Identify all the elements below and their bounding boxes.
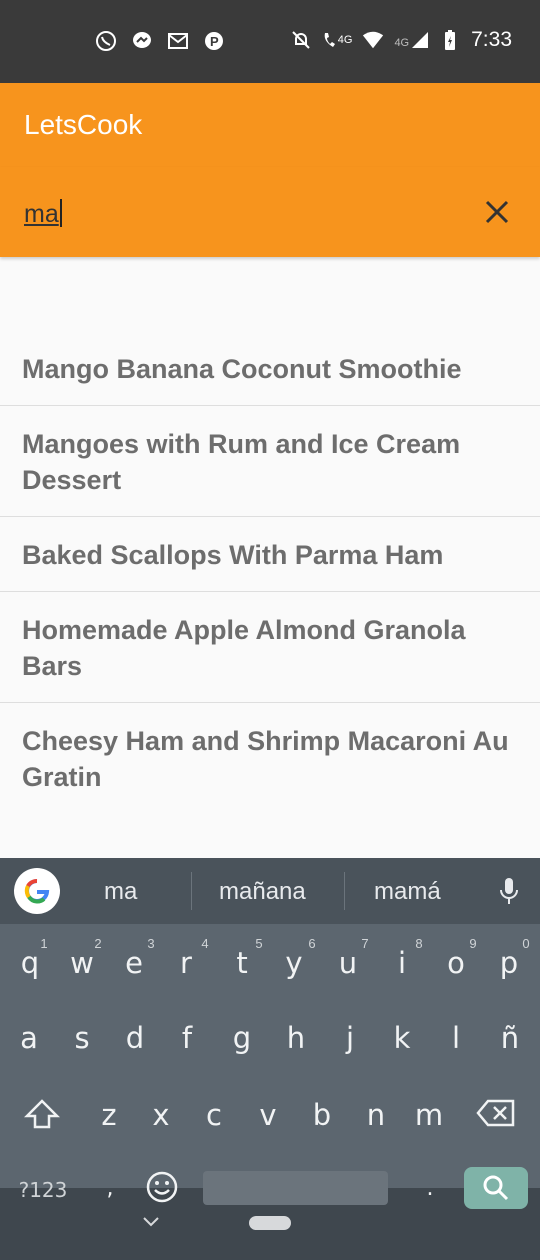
key-x[interactable]: x [141, 1098, 181, 1132]
key-hint-6: 6 [308, 936, 316, 951]
shift-icon [23, 1099, 61, 1129]
backspace-key[interactable] [474, 1098, 518, 1135]
key-f[interactable]: f [167, 1021, 207, 1055]
status-bar: P 4G 4G 7:33 [0, 0, 540, 83]
key-e[interactable]: e [114, 946, 154, 980]
wifi-icon [362, 29, 384, 51]
battery-icon [439, 29, 461, 51]
key-i[interactable]: i [382, 946, 422, 980]
gmail-icon [167, 30, 189, 52]
suggestion-bar: ma mañana mamá [0, 858, 540, 924]
list-item[interactable]: Mango Banana Coconut Smoothie [0, 333, 540, 406]
google-icon[interactable] [14, 868, 60, 914]
key-q[interactable]: q [10, 946, 50, 980]
notification-icons: P [95, 30, 225, 52]
key-w[interactable]: w [62, 946, 102, 980]
network-label: 4G [394, 37, 410, 49]
key-v[interactable]: v [248, 1098, 288, 1132]
emoji-icon [146, 1171, 178, 1203]
key-t[interactable]: t [222, 946, 262, 980]
symbols-key[interactable]: ?123 [18, 1178, 68, 1202]
list-item[interactable]: Cheesy Ham and Shrimp Macaroni Au Gratin [0, 703, 540, 813]
key-g[interactable]: g [222, 1021, 262, 1055]
key-c[interactable]: c [194, 1098, 234, 1132]
key-k[interactable]: k [382, 1021, 422, 1055]
key-hint-4: 4 [201, 936, 209, 951]
paytm-icon: P [203, 30, 225, 52]
key-n-tilde[interactable]: ñ [490, 1021, 530, 1055]
key-s[interactable]: s [62, 1021, 102, 1055]
key-r[interactable]: r [166, 946, 206, 980]
whatsapp-icon [95, 30, 117, 52]
suggestion-3[interactable]: mamá [374, 878, 441, 906]
search-icon [483, 1175, 509, 1201]
key-hint-0: 0 [522, 936, 530, 951]
key-j[interactable]: j [330, 1021, 370, 1055]
comma-key[interactable]: , [90, 1176, 130, 1201]
key-hint-5: 5 [255, 936, 263, 951]
mic-icon[interactable] [498, 876, 520, 906]
key-h[interactable]: h [276, 1021, 316, 1055]
chevron-down-icon [143, 1217, 159, 1227]
key-hint-8: 8 [415, 936, 423, 951]
key-hint-9: 9 [469, 936, 477, 951]
app-bar: LetsCook [0, 83, 540, 167]
list-item[interactable]: Homemade Apple Almond Granola Bars [0, 592, 540, 703]
suggestion-1[interactable]: ma [104, 878, 137, 906]
hide-keyboard-button[interactable] [131, 1213, 171, 1232]
list-item[interactable]: Baked Scallops With Parma Ham [0, 517, 540, 592]
key-p[interactable]: p [489, 946, 529, 980]
search-input[interactable]: ma [24, 199, 62, 229]
period-key[interactable]: . [410, 1176, 450, 1201]
backspace-icon [476, 1099, 515, 1127]
close-icon [485, 200, 509, 224]
system-icons: 4G 4G 7:33 [290, 28, 512, 52]
divider [344, 872, 345, 910]
app-title: LetsCook [24, 109, 143, 140]
home-gesture-pill[interactable] [249, 1216, 291, 1230]
shift-key[interactable] [22, 1098, 62, 1137]
search-action-key[interactable] [464, 1167, 528, 1209]
svg-text:P: P [210, 34, 219, 49]
key-y[interactable]: y [274, 946, 314, 980]
signal-icon: 4G [394, 31, 429, 49]
list-item[interactable]: Mangoes with Rum and Ice Cream Dessert [0, 406, 540, 517]
key-b[interactable]: b [302, 1098, 342, 1132]
soft-keyboard: ma mañana mamá q w e r t y u i o p 1 2 3… [0, 858, 540, 1260]
space-key[interactable] [203, 1171, 388, 1205]
divider [191, 872, 192, 910]
key-z[interactable]: z [89, 1098, 129, 1132]
key-u[interactable]: u [328, 946, 368, 980]
key-o[interactable]: o [436, 946, 476, 980]
key-d[interactable]: d [115, 1021, 155, 1055]
text-cursor [59, 199, 62, 227]
suggestion-2[interactable]: mañana [219, 878, 306, 906]
key-hint-2: 2 [94, 936, 102, 951]
mute-icon [290, 29, 312, 51]
key-hint-7: 7 [361, 936, 369, 951]
key-hint-3: 3 [147, 936, 155, 951]
search-bar: ma [0, 167, 540, 257]
key-m[interactable]: m [409, 1098, 449, 1132]
messenger-icon [131, 30, 153, 52]
key-hint-1: 1 [40, 936, 48, 951]
volte-label: 4G [337, 34, 353, 46]
clock: 7:33 [471, 28, 512, 51]
clear-search-button[interactable] [482, 197, 512, 227]
key-l[interactable]: l [436, 1021, 476, 1055]
emoji-key[interactable] [142, 1170, 182, 1211]
key-a[interactable]: a [9, 1021, 49, 1055]
key-n[interactable]: n [356, 1098, 396, 1132]
search-query: ma [24, 200, 59, 228]
search-results-list: Mango Banana Coconut Smoothie Mangoes wi… [0, 333, 540, 813]
volte-call-icon: 4G [322, 30, 353, 50]
